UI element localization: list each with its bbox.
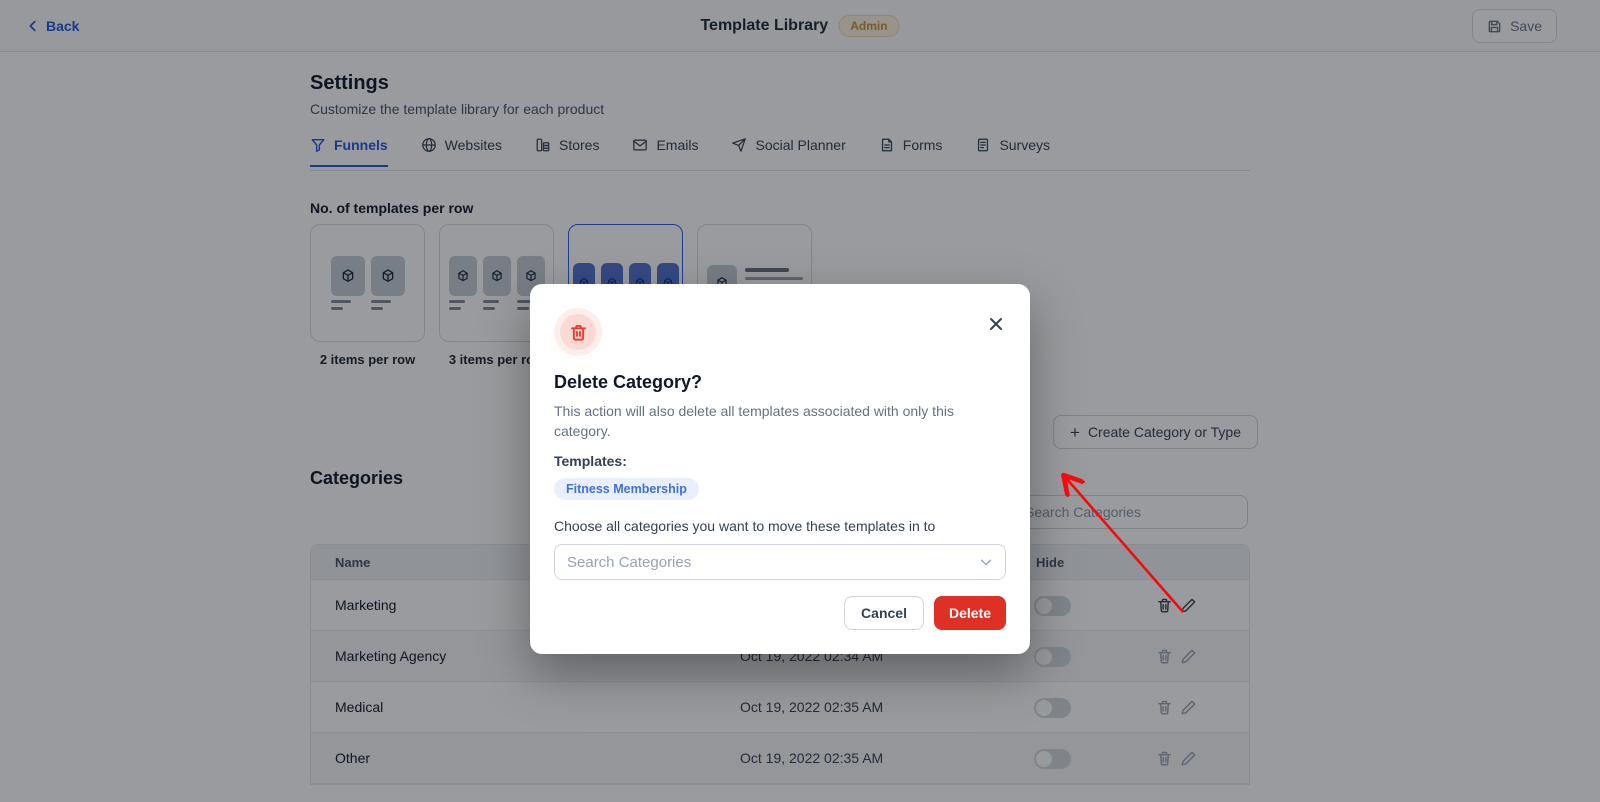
delete-category-modal: Delete Category? This action will also d… <box>530 284 1030 654</box>
move-categories-select[interactable]: Search Categories <box>554 544 1006 580</box>
trash-icon <box>560 314 596 350</box>
modal-title: Delete Category? <box>554 372 1006 393</box>
templates-label: Templates: <box>554 453 1006 469</box>
cancel-button[interactable]: Cancel <box>844 596 924 630</box>
close-icon[interactable] <box>988 316 1004 332</box>
select-placeholder: Search Categories <box>567 554 691 571</box>
trash-icon-halo <box>554 308 602 356</box>
template-badge: Fitness Membership <box>554 478 699 500</box>
modal-description: This action will also delete all templat… <box>554 402 1006 441</box>
chevron-down-icon <box>979 555 993 569</box>
choose-categories-label: Choose all categories you want to move t… <box>554 518 1006 534</box>
delete-button[interactable]: Delete <box>934 596 1006 630</box>
